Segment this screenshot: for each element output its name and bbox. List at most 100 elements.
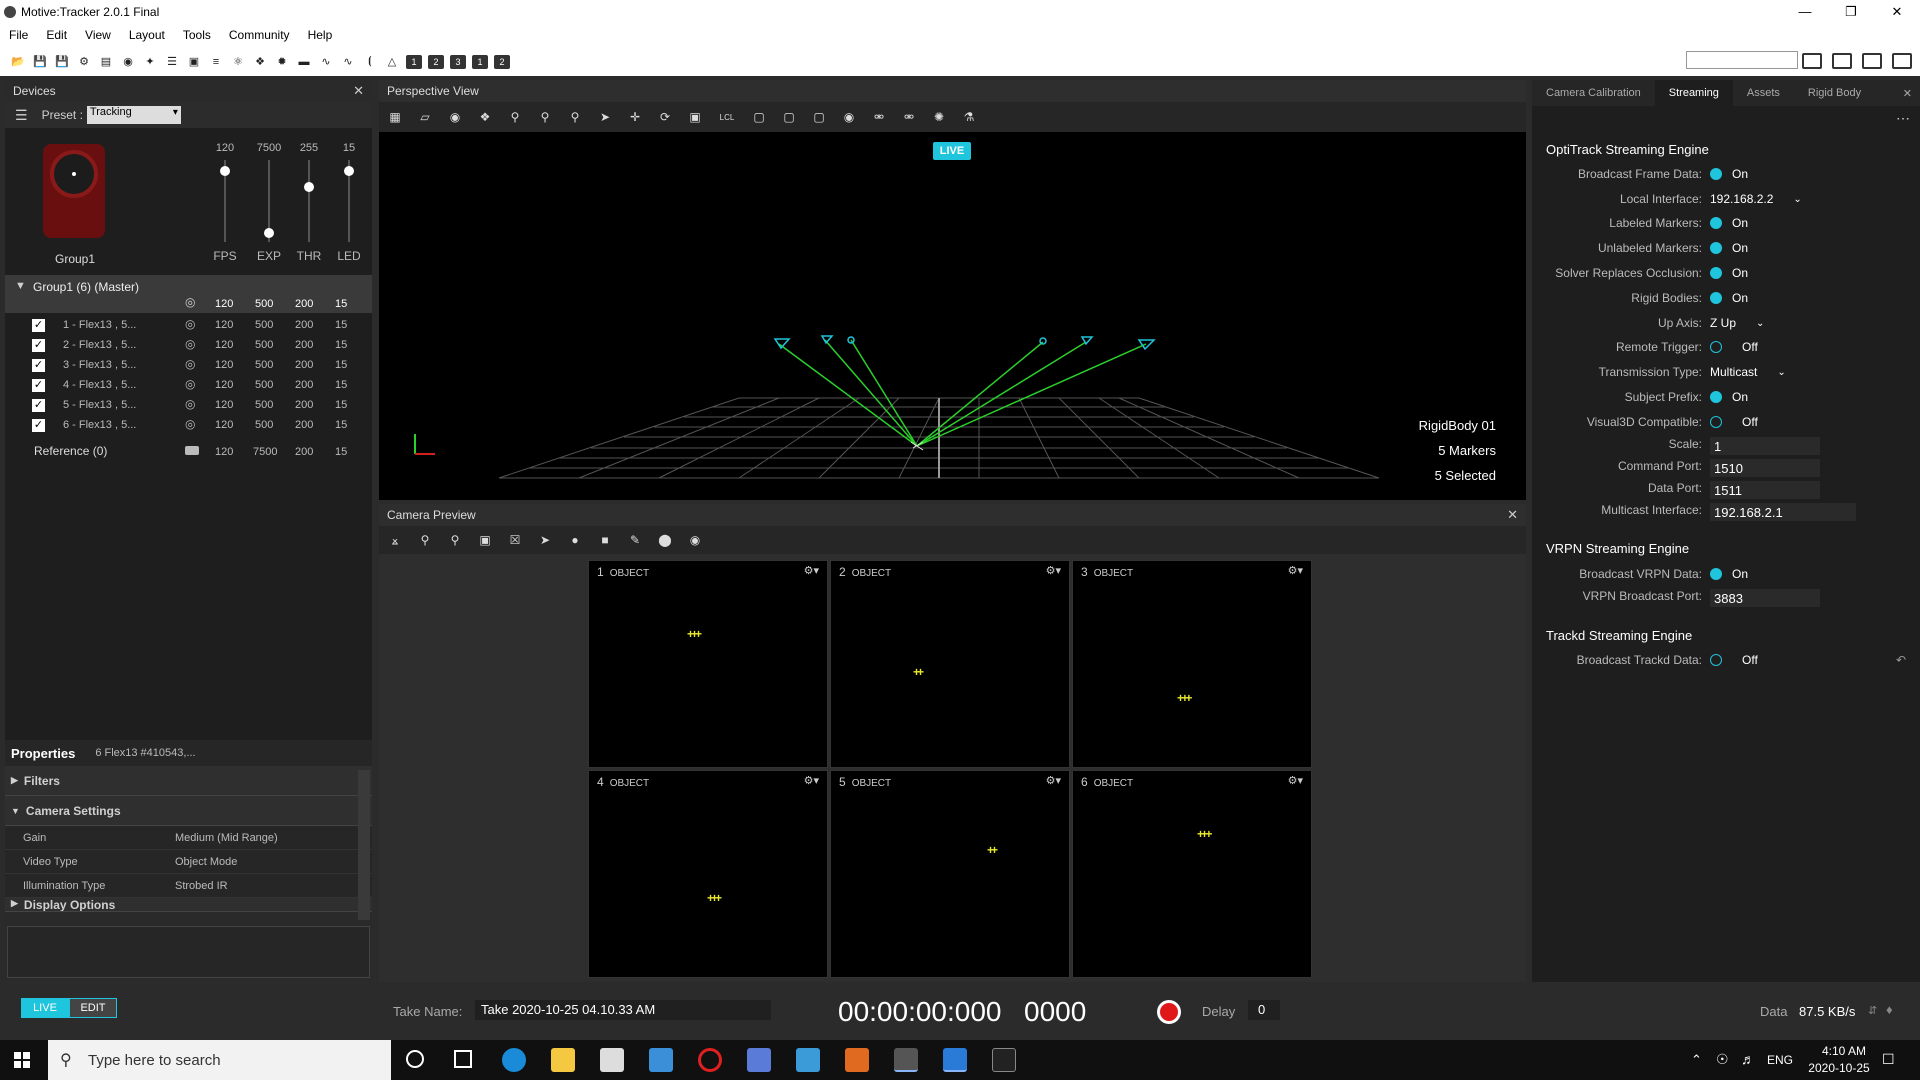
camera-checkbox[interactable]: ✓	[32, 359, 45, 372]
layout-1-button[interactable]: 1	[406, 54, 422, 69]
windows-start-icon[interactable]	[14, 1052, 30, 1068]
edit-mode-button[interactable]: EDIT	[69, 998, 117, 1018]
stepper-icon[interactable]: ⇵	[1868, 1004, 1877, 1017]
toggle-off-icon[interactable]	[1710, 341, 1722, 353]
rigid-body-icon[interactable]: ⚮	[871, 109, 887, 125]
command-port-input[interactable]: 1510	[1710, 459, 1820, 477]
camera-cell-1[interactable]: 1 OBJECT ⚙▾ +++	[588, 560, 828, 768]
cube-icon[interactable]: ▱	[417, 109, 433, 125]
q-app-icon[interactable]	[698, 1048, 722, 1072]
led-slider[interactable]: 15 LED	[330, 142, 368, 263]
pivot-icon[interactable]: ❖	[477, 109, 493, 125]
close-icon[interactable]: ✕	[1874, 0, 1920, 23]
mail-icon[interactable]	[649, 1048, 673, 1072]
marquee-add-icon[interactable]: ▢	[781, 109, 797, 125]
fps-slider[interactable]: 120 FPS	[206, 142, 244, 263]
camera-group-row[interactable]: ▼ Group1 (6) (Master) ◎ 120 500 200 15	[5, 275, 372, 313]
device-icon[interactable]: ▬	[296, 54, 312, 70]
crosshair-icon[interactable]: ◎	[185, 357, 195, 371]
camera-icon[interactable]: ◉	[120, 54, 136, 70]
notification-bell-icon[interactable]: ♦	[1886, 1002, 1893, 1017]
toggle-on-icon[interactable]	[1710, 568, 1722, 580]
task-view-icon[interactable]	[454, 1050, 472, 1068]
skeleton-asset-icon[interactable]: ⚗	[961, 109, 977, 125]
gear-icon[interactable]: ⚙▾	[804, 774, 819, 787]
save-all-icon[interactable]: 💾	[54, 54, 70, 70]
network-icon[interactable]: ☉	[1716, 1051, 1729, 1068]
menu-layout[interactable]: Layout	[120, 28, 174, 42]
matlab-icon[interactable]	[845, 1048, 869, 1072]
camera-cell-4[interactable]: 4 OBJECT ⚙▾ +++	[588, 770, 828, 978]
menu-file[interactable]: File	[0, 28, 37, 42]
scale-icon[interactable]: ▣	[687, 109, 703, 125]
camera-checkbox[interactable]: ✓	[32, 339, 45, 352]
scale-input[interactable]: 1	[1710, 437, 1820, 455]
zoom-fit-icon[interactable]: ⚲	[447, 532, 463, 548]
layout-view-icon-4[interactable]	[1892, 53, 1912, 69]
menu-edit[interactable]: Edit	[37, 28, 76, 42]
save-icon[interactable]: 💾	[32, 54, 48, 70]
camera-row-1[interactable]: ✓ 1 - Flex13 , 5... ◎ 120 500 200 15	[5, 315, 372, 335]
square-mask-icon[interactable]: ■	[597, 532, 613, 548]
preset-select[interactable]: Tracking	[86, 106, 181, 124]
camera-cell-3[interactable]: 3 OBJECT ⚙▾ + ++	[1072, 560, 1312, 768]
camera-cell-5[interactable]: 5 OBJECT ⚙▾ ++	[830, 770, 1070, 978]
zoom-fit-icon[interactable]: ⚲	[567, 109, 583, 125]
fps-knob[interactable]	[220, 166, 230, 176]
expand-arrow-icon[interactable]: ▼	[15, 280, 26, 292]
rotate-icon[interactable]: ⟳	[657, 109, 673, 125]
markers-icon[interactable]: ❖	[252, 54, 268, 70]
toggle-on-icon[interactable]	[1710, 242, 1722, 254]
crosshair-icon[interactable]: ◎	[185, 317, 195, 331]
camera-checkbox[interactable]: ✓	[32, 419, 45, 432]
gear-icon[interactable]: ⚙▾	[1046, 564, 1061, 577]
taskbar-search[interactable]: ⚲ Type here to search	[48, 1040, 391, 1080]
property-row-illumination[interactable]: Illumination Type Strobed IR	[5, 874, 372, 898]
list-menu-icon[interactable]: ☰	[15, 107, 28, 124]
camera-row-4[interactable]: ✓ 4 - Flex13 , 5... ◎ 120 500 200 15	[5, 375, 372, 395]
camera-row-5[interactable]: ✓ 5 - Flex13 , 5... ◎ 120 500 200 15	[5, 395, 372, 415]
property-row-gain[interactable]: Gain Medium (Mid Range)	[5, 826, 372, 850]
calibration-icon[interactable]: ✹	[274, 54, 290, 70]
settings-icon[interactable]: ⚙	[76, 54, 92, 70]
crosshair-icon[interactable]: ◎	[185, 337, 195, 351]
camera-row-3[interactable]: ✓ 3 - Flex13 , 5... ◎ 120 500 200 15	[5, 355, 372, 375]
filters-section[interactable]: ▶ Filters	[5, 766, 372, 796]
property-row-video-type[interactable]: Video Type Object Mode	[5, 850, 372, 874]
gear-icon[interactable]: ⚙▾	[1288, 774, 1303, 787]
file-explorer-icon[interactable]	[551, 1048, 575, 1072]
layout-3-button[interactable]: 3	[450, 54, 466, 69]
store-icon[interactable]	[600, 1048, 624, 1072]
gear-icon[interactable]: ⚙▾	[1046, 774, 1061, 787]
probe-icon[interactable]: △	[384, 54, 400, 70]
gear-icon[interactable]: ⚙▾	[804, 564, 819, 577]
select-arrow-icon[interactable]: ➤	[597, 109, 613, 125]
motive-icon[interactable]	[894, 1048, 918, 1072]
minimize-icon[interactable]: —	[1782, 0, 1828, 23]
led-knob[interactable]	[344, 166, 354, 176]
volume-icon[interactable]: ♬	[1741, 1051, 1755, 1067]
user-layout-1-button[interactable]: 1	[472, 54, 488, 69]
circle-mask-icon[interactable]: ●	[567, 532, 583, 548]
list-icon[interactable]: ≡	[208, 54, 224, 70]
wand-icon[interactable]: ✦	[142, 54, 158, 70]
lcl-button[interactable]: LCL	[717, 109, 737, 125]
zoom-icon[interactable]: ⚲	[417, 532, 433, 548]
close-icon[interactable]: ✕	[353, 83, 364, 99]
close-icon[interactable]: ✕	[1507, 507, 1518, 523]
select-arrow-icon[interactable]: ➤	[537, 532, 553, 548]
menu-view[interactable]: View	[76, 28, 120, 42]
crosshair-icon[interactable]: ◎	[185, 377, 195, 391]
camera-cell-6[interactable]: 6 OBJECT ⚙▾ ++ +	[1072, 770, 1312, 978]
terminal-icon[interactable]	[992, 1048, 1016, 1072]
action-center-icon[interactable]: ☐	[1882, 1051, 1895, 1068]
menu-community[interactable]: Community	[220, 28, 299, 42]
tab-camera-calibration[interactable]: Camera Calibration	[1532, 80, 1655, 106]
camera-row-2[interactable]: ✓ 2 - Flex13 , 5... ◎ 120 500 200 15	[5, 335, 372, 355]
zoom-region-icon[interactable]: ⚲	[537, 109, 553, 125]
toggle-icon[interactable]: ⬤	[657, 532, 673, 548]
stack-icon[interactable]: ☰	[164, 54, 180, 70]
visibility-eye-icon[interactable]: ◉	[841, 109, 857, 125]
rigid-body-edit-icon[interactable]: ⚮	[901, 109, 917, 125]
camera-icon[interactable]: ◉	[447, 109, 463, 125]
